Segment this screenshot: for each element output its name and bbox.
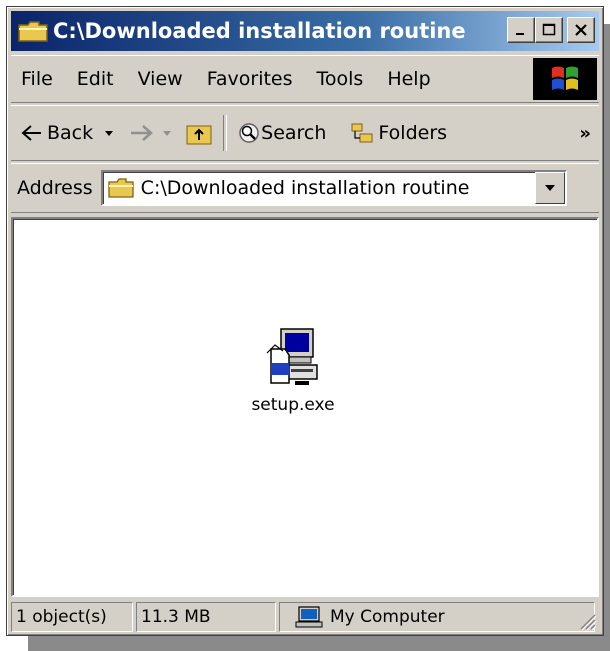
back-dropdown-icon[interactable] xyxy=(103,128,115,138)
minimize-icon xyxy=(516,33,524,35)
resize-grip-icon[interactable] xyxy=(575,609,597,631)
folder-icon xyxy=(17,19,49,43)
maximize-icon xyxy=(542,23,556,36)
folder-icon xyxy=(108,178,134,198)
up-folder-icon[interactable] xyxy=(185,120,213,146)
window-title: C:\Downloaded installation routine xyxy=(53,19,466,43)
address-dropdown-button[interactable] xyxy=(534,172,565,204)
menu-view[interactable]: View xyxy=(138,68,183,90)
menu-bar: File Edit View Favorites Tools Help xyxy=(11,55,599,103)
menu-favorites[interactable]: Favorites xyxy=(207,68,293,90)
windows-logo-icon xyxy=(533,58,597,100)
file-item-setup[interactable]: setup.exe xyxy=(233,327,353,415)
status-size: 11.3 MB xyxy=(136,602,276,632)
menu-help[interactable]: Help xyxy=(387,68,430,90)
forward-arrow-icon[interactable] xyxy=(127,124,155,142)
my-computer-icon xyxy=(295,606,323,628)
search-button[interactable]: Search xyxy=(237,121,326,145)
menu-tools[interactable]: Tools xyxy=(317,68,364,90)
chevron-down-icon xyxy=(544,185,555,191)
folder-view[interactable]: setup.exe xyxy=(11,217,599,597)
folders-icon xyxy=(351,123,373,143)
toolbar-more-chevron[interactable]: » xyxy=(579,123,591,144)
back-label: Back xyxy=(47,122,94,144)
close-button[interactable] xyxy=(567,17,595,43)
status-bar: 1 object(s) 11.3 MB My Computer xyxy=(11,601,599,633)
address-value: C:\Downloaded installation routine xyxy=(140,177,470,199)
menu-edit[interactable]: Edit xyxy=(77,68,114,90)
file-name: setup.exe xyxy=(251,395,335,415)
forward-dropdown-icon[interactable] xyxy=(161,128,173,138)
back-button[interactable]: Back xyxy=(21,122,93,144)
folders-label: Folders xyxy=(378,122,448,144)
maximize-button[interactable] xyxy=(535,17,563,43)
installer-icon xyxy=(266,328,318,385)
folders-button[interactable]: Folders xyxy=(350,122,447,144)
close-icon xyxy=(575,24,587,36)
status-zone: My Computer xyxy=(279,602,595,632)
address-label: Address xyxy=(17,177,93,199)
search-label: Search xyxy=(261,122,327,144)
status-object-count: 1 object(s) xyxy=(11,602,133,632)
minimize-button[interactable] xyxy=(507,17,535,43)
back-arrow-icon xyxy=(21,125,41,141)
search-icon xyxy=(239,123,259,143)
standard-toolbar: Back Search Folders » xyxy=(11,105,599,161)
title-bar[interactable]: C:\Downloaded installation routine xyxy=(11,11,599,51)
status-zone-label: My Computer xyxy=(330,607,445,627)
address-bar: Address C:\Downloaded installation routi… xyxy=(11,163,599,213)
explorer-window: C:\Downloaded installation routine File … xyxy=(6,6,604,636)
menu-file[interactable]: File xyxy=(21,68,53,90)
address-field[interactable]: C:\Downloaded installation routine xyxy=(100,170,567,206)
toolbar-separator xyxy=(223,115,228,151)
